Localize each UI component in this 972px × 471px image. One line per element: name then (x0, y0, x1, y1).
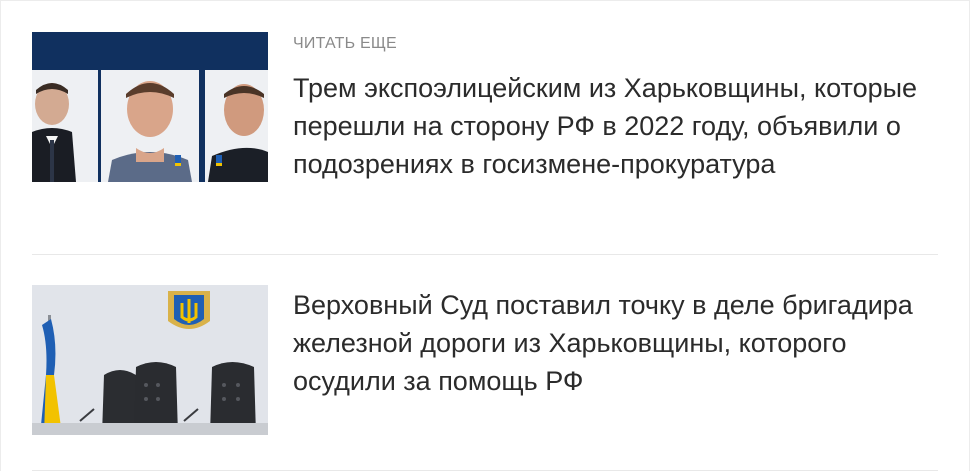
article-text: Верховный Суд поставил точку в деле бриг… (293, 286, 938, 400)
article-thumbnail[interactable] (32, 32, 268, 182)
mugshots-photo (32, 32, 268, 182)
article-thumbnail[interactable] (32, 285, 268, 435)
article-headline[interactable]: Верховный Суд поставил точку в деле бриг… (293, 286, 938, 400)
article-text: ЧИТАТЬ ЕЩЕ Трем экспоэлицейским из Харьк… (293, 34, 938, 183)
article-card[interactable]: ЧИТАТЬ ЕЩЕ Трем экспоэлицейским из Харьк… (32, 1, 938, 254)
read-more-widget: ЧИТАТЬ ЕЩЕ Трем экспоэлицейским из Харьк… (0, 0, 970, 471)
article-card[interactable]: Верховный Суд поставил точку в деле бриг… (32, 255, 938, 471)
read-more-label: ЧИТАТЬ ЕЩЕ (293, 35, 397, 52)
article-headline[interactable]: Трем экспоэлицейским из Харьковщины, кот… (293, 69, 938, 183)
courtroom-photo (32, 285, 268, 435)
